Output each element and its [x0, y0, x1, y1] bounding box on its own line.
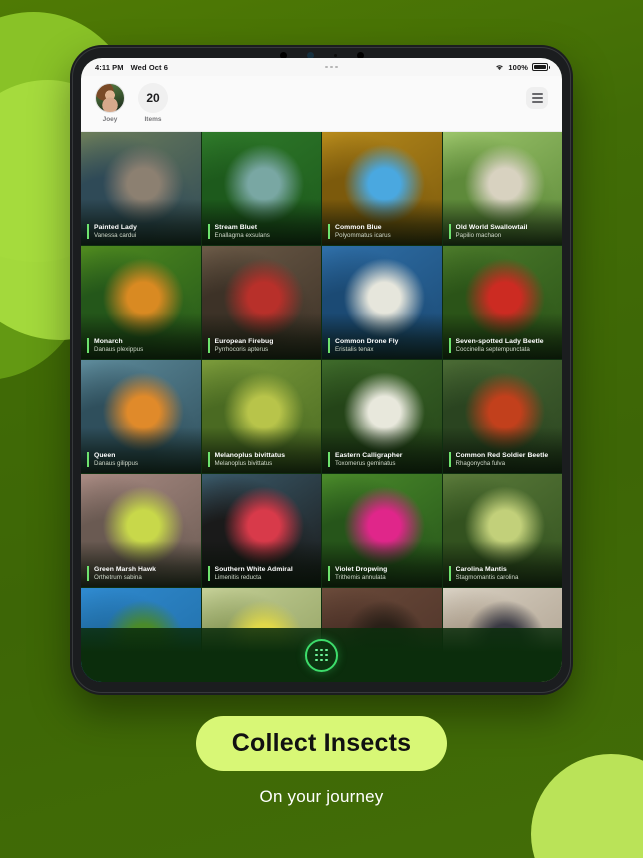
insect-collection-grid-scroll[interactable]: Painted Lady Vanessa cardui Stream Bluet En… — [81, 132, 562, 682]
insect-common-name: Southern White Admiral — [214, 565, 293, 573]
status-bar-right: 100% — [495, 62, 550, 72]
insect-card[interactable]: Stream Bluet Enallagma exsulans — [201, 132, 321, 245]
wifi-icon — [495, 64, 504, 71]
insect-common-name: Common Blue — [335, 223, 382, 231]
insect-scientific-name: Toxomerus geminatus — [335, 459, 396, 467]
app-grid-home-icon[interactable] — [305, 638, 338, 672]
battery-full-icon — [532, 63, 550, 71]
insect-card[interactable]: European Firebug Pyrrhocoris apterus — [201, 246, 321, 359]
bottom-dock — [81, 628, 562, 682]
promo-block: Collect Insects On your journey — [0, 716, 643, 807]
insect-card[interactable]: Common Red Soldier Beetle Rhagonycha fulv… — [442, 360, 562, 473]
promo-headline: Collect Insects — [195, 716, 448, 771]
user-profile-stat[interactable]: Joey — [95, 83, 125, 123]
avatar[interactable] — [95, 83, 125, 113]
insect-caption: Monarch Danaus plexippus — [87, 337, 196, 353]
insect-scientific-name: Coccinella septempunctata — [455, 345, 530, 353]
insect-common-name: Carolina Mantis — [455, 565, 507, 573]
insect-scientific-name: Pyrrhocoris apterus — [214, 345, 269, 353]
hamburger-menu-icon[interactable] — [526, 87, 548, 109]
insect-caption: Common Blue Polyommatus icarus — [328, 223, 437, 239]
insect-scientific-name: Orthetrum sabina — [94, 573, 142, 581]
insect-collection-grid: Painted Lady Vanessa cardui Stream Bluet En… — [81, 132, 562, 682]
app-header: Joey 20 Items — [81, 76, 562, 132]
insect-card[interactable]: Eastern Calligrapher Toxomerus geminatus — [322, 360, 442, 473]
insect-caption: Painted Lady Vanessa cardui — [87, 223, 196, 239]
profile-stats-group: Joey 20 Items — [95, 83, 168, 123]
user-name-label: Joey — [102, 116, 118, 123]
insect-card[interactable]: Common Drone Fly Eristalis tenax — [322, 246, 442, 359]
insect-caption: Seven-spotted Lady Beetle Coccinella sept… — [448, 337, 558, 353]
insect-scientific-name: Vanessa cardui — [94, 231, 137, 239]
insect-scientific-name: Danaus gilippus — [94, 459, 139, 467]
insect-caption: Violet Dropwing Trithemis annulata — [328, 565, 437, 581]
item-count-badge: 20 — [138, 83, 168, 113]
insect-common-name: Stream Bluet — [214, 223, 258, 231]
insect-caption: Common Drone Fly Eristalis tenax — [328, 337, 437, 353]
device-screen: 4:11 PM Wed Oct 6 100% Joey 20 Items Pai… — [81, 58, 562, 682]
insect-caption: Carolina Mantis Stagmomantis carolina — [448, 565, 558, 581]
insect-scientific-name: Polyommatus icarus — [335, 231, 391, 239]
status-date: Wed Oct 6 — [130, 62, 169, 72]
insect-common-name: Queen — [94, 451, 116, 459]
insect-scientific-name: Trithemis annulata — [335, 573, 386, 581]
insect-common-name: Common Red Soldier Beetle — [455, 451, 549, 459]
insect-card[interactable]: Green Marsh Hawk Orthetrum sabina — [81, 474, 201, 587]
insect-scientific-name: Rhagonycha fulva — [455, 459, 506, 467]
status-bar-center — [168, 65, 495, 69]
insect-scientific-name: Eristalis tenax — [335, 345, 374, 353]
insect-scientific-name: Danaus plexippus — [94, 345, 144, 353]
insect-caption: Melanoplus bivittatus Melanoplus bivittat… — [207, 451, 317, 467]
insect-card[interactable]: Old World Swallowtail Papilio machaon — [442, 132, 562, 245]
insect-common-name: European Firebug — [214, 337, 274, 345]
insect-card[interactable]: Melanoplus bivittatus Melanoplus bivittat… — [201, 360, 321, 473]
insect-common-name: Eastern Calligrapher — [335, 451, 403, 459]
multitasking-dots-icon[interactable] — [325, 65, 338, 69]
insect-caption: Queen Danaus gilippus — [87, 451, 196, 467]
insect-caption: Common Red Soldier Beetle Rhagonycha fulv… — [448, 451, 558, 467]
insect-scientific-name: Melanoplus bivittatus — [214, 459, 273, 467]
insect-caption: Southern White Admiral Limenitis reducta — [207, 565, 317, 581]
insect-card[interactable]: Carolina Mantis Stagmomantis carolina — [442, 474, 562, 587]
promo-subhead: On your journey — [259, 787, 384, 806]
item-count-label: Items — [144, 116, 162, 123]
insect-common-name: Painted Lady — [94, 223, 137, 231]
insect-common-name: Common Drone Fly — [335, 337, 399, 345]
insect-common-name: Old World Swallowtail — [455, 223, 528, 231]
insect-card[interactable]: Queen Danaus gilippus — [81, 360, 201, 473]
insect-card[interactable]: Monarch Danaus plexippus — [81, 246, 201, 359]
insect-card[interactable]: Seven-spotted Lady Beetle Coccinella sept… — [442, 246, 562, 359]
insect-card[interactable]: Southern White Admiral Limenitis reducta — [201, 474, 321, 587]
insect-card[interactable]: Painted Lady Vanessa cardui — [81, 132, 201, 245]
insect-scientific-name: Enallagma exsulans — [214, 231, 270, 239]
insect-scientific-name: Limenitis reducta — [214, 573, 262, 581]
status-bar-left: 4:11 PM Wed Oct 6 — [95, 63, 168, 72]
insect-common-name: Monarch — [94, 337, 123, 345]
insect-common-name: Seven-spotted Lady Beetle — [455, 337, 544, 345]
sensor-dot — [333, 53, 337, 57]
insect-common-name: Violet Dropwing — [335, 565, 388, 573]
status-time: 4:11 PM — [95, 62, 124, 72]
insect-card[interactable]: Common Blue Polyommatus icarus — [322, 132, 442, 245]
insect-caption: Green Marsh Hawk Orthetrum sabina — [87, 565, 196, 581]
tablet-device: 4:11 PM Wed Oct 6 100% Joey 20 Items Pai… — [70, 45, 573, 695]
insect-scientific-name: Stagmomantis carolina — [455, 573, 519, 581]
insect-caption: Eastern Calligrapher Toxomerus geminatus — [328, 451, 437, 467]
ios-status-bar: 4:11 PM Wed Oct 6 100% — [81, 58, 562, 76]
insect-common-name: Green Marsh Hawk — [94, 565, 156, 573]
battery-percent-label: 100% — [508, 62, 528, 72]
item-count-stat[interactable]: 20 Items — [138, 83, 168, 123]
insect-caption: European Firebug Pyrrhocoris apterus — [207, 337, 317, 353]
insect-scientific-name: Papilio machaon — [455, 231, 502, 239]
insect-caption: Old World Swallowtail Papilio machaon — [448, 223, 558, 239]
insect-caption: Stream Bluet Enallagma exsulans — [207, 223, 317, 239]
insect-card[interactable]: Violet Dropwing Trithemis annulata — [322, 474, 442, 587]
insect-common-name: Melanoplus bivittatus — [214, 451, 286, 459]
